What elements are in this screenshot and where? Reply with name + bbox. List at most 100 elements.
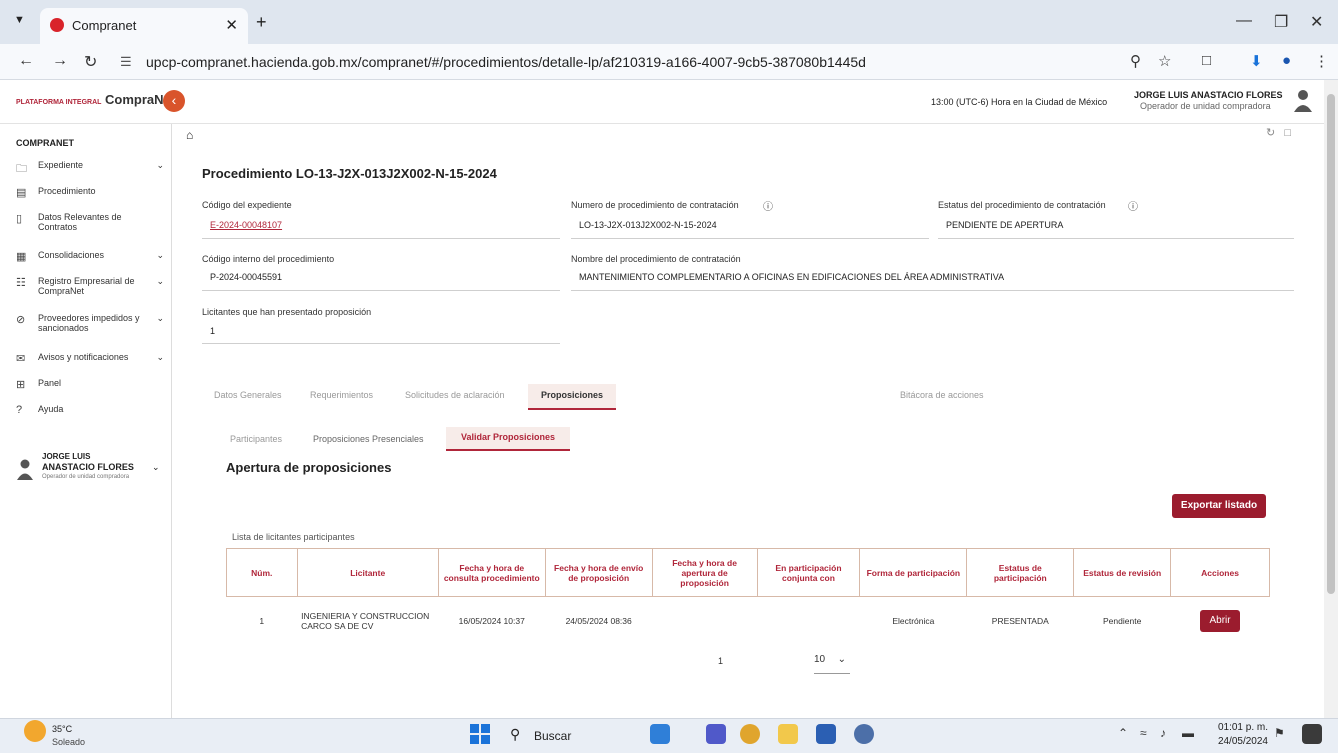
subtab-validar-proposiciones[interactable]: Validar Proposiciones [446, 427, 570, 451]
chevron-down-icon: ⌄ [152, 462, 160, 472]
tab-requerimientos[interactable]: Requerimientos [310, 390, 373, 400]
volume-icon[interactable]: ♪ [1160, 726, 1166, 740]
sidebar-user-name-2: ANASTACIO FLORES [42, 462, 134, 472]
zoom-icon[interactable]: ⚲ [1130, 52, 1141, 70]
help-circle-icon[interactable]: ⓘ [1128, 198, 1138, 213]
new-tab-icon[interactable]: + [256, 12, 267, 33]
download-icon[interactable]: ⬇ [1250, 52, 1263, 70]
sidebar-item-label: Expediente [38, 160, 84, 170]
user-avatar-icon [17, 459, 33, 480]
file-explorer-icon[interactable] [778, 724, 798, 744]
column-header: Núm. [226, 548, 298, 597]
sidebar-title: COMPRANET [16, 138, 74, 148]
windows-start-icon[interactable] [470, 724, 490, 744]
tab-datos-generales[interactable]: Datos Generales [214, 390, 282, 400]
sidebar-user[interactable]: JORGE LUIS ANASTACIO FLORES Operador de … [16, 452, 166, 492]
tab-solicitudes[interactable]: Solicitudes de aclaración [405, 390, 505, 400]
user-avatar-icon[interactable] [1292, 88, 1314, 112]
page-size-select[interactable]: 10 ⌄ [814, 654, 850, 674]
extensions-icon[interactable]: □ [1202, 52, 1211, 69]
help-circle-icon[interactable]: ⓘ [763, 198, 773, 213]
table-row: 1 INGENIERIA Y CONSTRUCCION CARCO SA DE … [227, 597, 1270, 645]
browser-tab[interactable]: Compranet ✕ [40, 8, 248, 44]
battery-icon[interactable]: ▬ [1182, 726, 1194, 740]
wifi-icon[interactable]: ≈ [1140, 726, 1147, 740]
toolbar-icons[interactable]: ↻ □ [1266, 126, 1291, 139]
column-header: Estatus de participación [966, 548, 1075, 597]
compranet-logo[interactable]: PLATAFORMA INTEGRAL CompraNet [16, 92, 175, 107]
subtab-participantes[interactable]: Participantes [230, 434, 282, 444]
weather-condition: Soleado [52, 737, 86, 747]
scrollbar-thumb[interactable] [1327, 94, 1335, 594]
minimize-icon[interactable]: — [1236, 12, 1252, 30]
pager-current-page[interactable]: 1 [718, 656, 723, 666]
export-list-button[interactable]: Exportar listado [1172, 494, 1266, 518]
bidders-count-value: 1 [210, 326, 216, 336]
document-icon: ▤ [16, 187, 27, 199]
chevron-down-icon: ⌄ [156, 276, 164, 286]
tray-chevron-icon[interactable]: ⌃ [1118, 726, 1128, 740]
maximize-icon[interactable]: ❐ [1274, 12, 1288, 32]
scrollbar[interactable] [1324, 80, 1338, 718]
url-field[interactable]: upcp-compranet.hacienda.gob.mx/compranet… [146, 54, 866, 70]
word-icon[interactable] [816, 724, 836, 744]
page-size-value: 10 [814, 654, 826, 665]
column-header: En participación conjunta con [756, 548, 861, 597]
browser-menu-icon[interactable]: ⋮ [1314, 52, 1329, 70]
chevron-down-icon: ⌄ [837, 654, 846, 665]
sidebar-item-label: Proveedores impedidos y sancionados [38, 313, 140, 333]
collapse-sidebar-button[interactable]: ‹ [163, 90, 185, 112]
cell-form: Electrónica [892, 615, 935, 626]
sidebar-item-label: Consolidaciones [38, 250, 105, 260]
settings-icon[interactable] [854, 724, 874, 744]
home-icon[interactable]: ⌂ [186, 128, 193, 142]
app-tray-icon[interactable] [1302, 724, 1322, 744]
expediente-code-link[interactable]: E-2024-00048107 [210, 220, 282, 230]
app-icon[interactable] [650, 724, 670, 744]
procedure-name-value: MANTENIMIENTO COMPLEMENTARIO A OFICINAS … [579, 272, 1005, 282]
bookmark-icon: ▯ [16, 213, 23, 225]
taskbar-search[interactable]: Buscar [534, 729, 571, 743]
chrome-icon[interactable] [740, 724, 760, 744]
notification-icon[interactable]: ⚑ [1274, 726, 1285, 740]
close-window-icon[interactable]: ✕ [1310, 12, 1323, 32]
cell-joint [757, 597, 860, 645]
forward-icon[interactable]: → [52, 52, 68, 70]
column-header: Acciones [1170, 548, 1270, 597]
header-user-name: JORGE LUIS ANASTACIO FLORES [1134, 90, 1283, 100]
close-tab-icon[interactable]: ✕ [225, 16, 238, 34]
teams-icon[interactable] [706, 724, 726, 744]
logo-prefix: PLATAFORMA INTEGRAL [16, 99, 102, 106]
bookmark-star-icon[interactable]: ☆ [1158, 52, 1171, 70]
back-icon[interactable]: ← [18, 52, 34, 70]
chevron-down-icon: ⌄ [156, 250, 164, 260]
sidebar-item-label: Panel [38, 378, 62, 388]
search-icon[interactable]: ⚲ [510, 726, 520, 743]
sidebar-user-role: Operador de unidad compradora [42, 474, 130, 480]
open-button[interactable]: Abrir [1200, 609, 1241, 632]
registry-icon: ☷ [16, 277, 26, 289]
sidebar-item-label: Avisos y notificaciones [38, 352, 129, 362]
clock: 13:00 (UTC-6) Hora en la Ciudad de Méxic… [931, 97, 1108, 107]
weather-icon[interactable] [24, 720, 46, 742]
sidebar-item-label: Procedimiento [38, 186, 96, 196]
procedure-title: Procedimiento LO-13-J2X-013J2X002-N-15-2… [202, 166, 497, 181]
app-header [0, 80, 1324, 124]
tab-proposiciones[interactable]: Proposiciones [528, 384, 616, 410]
chevron-down-icon: ⌄ [156, 313, 164, 323]
profile-icon[interactable]: ● [1282, 52, 1291, 69]
archive-icon: ▦ [16, 251, 27, 263]
internal-code-label: Código interno del procedimiento [202, 254, 335, 264]
folder-icon: 🗀 [16, 163, 27, 175]
site-info-icon[interactable]: ☰ [120, 54, 132, 70]
tab-list-icon[interactable]: ▼ [14, 14, 25, 26]
procedure-number-label: Numero de procedimiento de contratación [571, 200, 739, 210]
weather-temp: 35°C [52, 724, 73, 734]
tab-title: Compranet [72, 18, 137, 33]
reload-icon[interactable]: ↻ [84, 52, 97, 72]
subtab-proposiciones-presenciales[interactable]: Proposiciones Presenciales [313, 434, 424, 444]
cell-bidder: INGENIERIA Y CONSTRUCCION CARCO SA DE CV [301, 610, 430, 631]
expediente-code-label: Código del expediente [202, 200, 292, 210]
help-icon: ? [16, 404, 23, 416]
tab-bitacora[interactable]: Bitácora de acciones [900, 390, 984, 400]
